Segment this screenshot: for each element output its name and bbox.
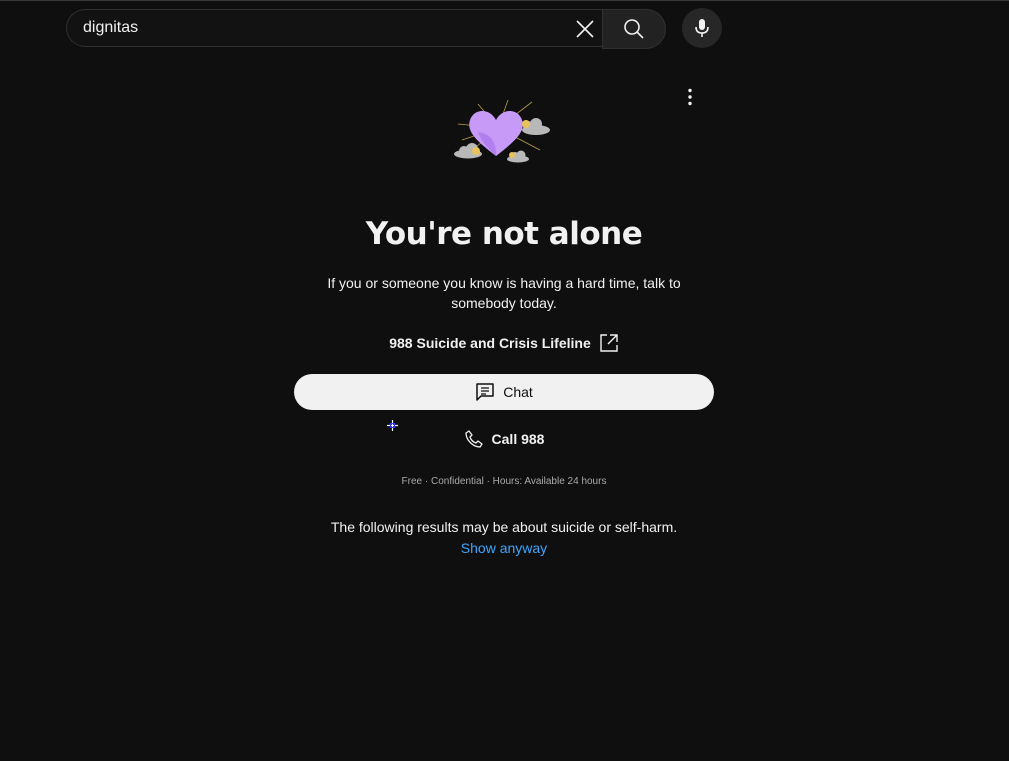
chat-label: Chat — [503, 384, 533, 400]
close-icon — [576, 20, 594, 38]
crisis-title: You're not alone — [365, 216, 643, 252]
search-box[interactable] — [66, 9, 602, 47]
voice-search-button[interactable] — [682, 8, 722, 48]
window-top-border — [0, 0, 1009, 1]
clear-search-button[interactable] — [570, 14, 600, 44]
search-button[interactable] — [602, 9, 666, 49]
crisis-subtitle: If you or someone you know is having a h… — [327, 275, 681, 311]
microphone-icon — [695, 19, 709, 37]
results-warning-text: The following results may be about suici… — [330, 519, 678, 535]
more-options-button[interactable] — [678, 84, 702, 110]
lifeline-link[interactable]: 988 Suicide and Crisis Lifeline — [294, 332, 714, 354]
more-vert-icon — [688, 88, 692, 106]
show-anyway-link[interactable]: Show anyway — [404, 538, 604, 558]
search-icon — [624, 19, 644, 39]
search-input[interactable] — [83, 10, 563, 46]
chat-button[interactable]: Chat — [294, 374, 714, 410]
cursor-icon — [387, 420, 398, 431]
chat-icon — [476, 383, 494, 401]
call-button[interactable]: Call 988 — [294, 426, 714, 452]
lifeline-label: 988 Suicide and Crisis Lifeline — [389, 335, 591, 351]
crisis-fineprint: Free · Confidential · Hours: Available 2… — [401, 476, 607, 487]
heart-clouds-illustration — [454, 99, 550, 163]
phone-icon — [464, 430, 483, 448]
call-label: Call 988 — [491, 431, 545, 447]
open-external-icon — [600, 334, 618, 352]
